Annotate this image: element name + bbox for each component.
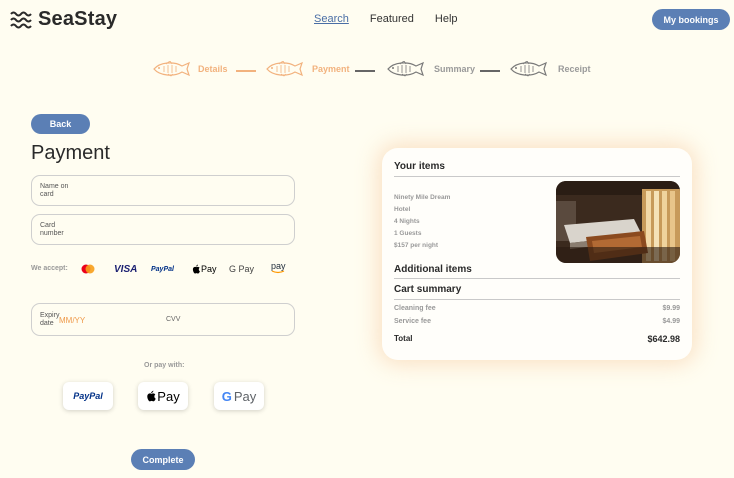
paypal-icon: PayPal — [151, 265, 174, 273]
fish-icon — [152, 61, 192, 77]
hotel-room-image — [556, 181, 680, 263]
apple-icon — [147, 390, 156, 402]
main-nav: Search Featured Help — [314, 13, 458, 25]
amazon-pay-icon: pay — [271, 262, 286, 276]
complete-button[interactable]: Complete — [131, 449, 195, 470]
fish-icon — [509, 61, 549, 77]
divider — [394, 176, 680, 177]
nav-featured-link[interactable]: Featured — [370, 13, 414, 25]
divider — [394, 278, 680, 279]
step-connector — [355, 70, 375, 72]
or-pay-with-label: Or pay with: — [144, 362, 185, 369]
google-pay-button[interactable]: G Pay — [214, 382, 264, 410]
fish-icon — [386, 61, 426, 77]
apple-pay-label: Pay — [201, 264, 217, 274]
google-g-icon: G — [221, 388, 232, 404]
google-pay-label: Pay — [233, 388, 257, 404]
item-type: Hotel — [394, 206, 411, 213]
amazon-pay-label: pay — [271, 261, 286, 271]
step-label: Summary — [434, 64, 476, 74]
nav-search-link[interactable]: Search — [314, 13, 349, 25]
step-receipt: Receipt — [509, 61, 591, 77]
cart-card: Your items Ninety Mile Dream Hotel 4 Nig… — [382, 148, 692, 360]
item-price: $157 per night — [394, 242, 439, 249]
fee-row: Service fee $4.99 — [394, 318, 680, 325]
your-items-heading: Your items — [394, 161, 445, 172]
expiry-cvv-field[interactable]: Expiry date MM/YY CVV — [31, 303, 295, 336]
step-details: Details — [152, 61, 228, 77]
cvv-input[interactable]: CVV — [166, 316, 180, 323]
step-label: Details — [198, 64, 228, 74]
we-accept-label: We accept: — [31, 265, 68, 272]
expiry-input[interactable]: MM/YY — [59, 316, 85, 325]
waves-icon — [10, 11, 32, 28]
fee-amount: $9.99 — [662, 305, 680, 312]
fee-label: Service fee — [394, 318, 431, 325]
paypal-logo: PayPal — [73, 391, 103, 401]
step-connector — [236, 70, 256, 72]
additional-items-heading: Additional items — [394, 264, 472, 275]
back-button[interactable]: Back — [31, 114, 90, 134]
total-row: Total $642.98 — [394, 334, 680, 344]
brand-logo[interactable]: SeaStay — [10, 8, 117, 31]
accepted-methods: We accept: VISA PayPal Pay G Pay pay — [31, 262, 301, 276]
nav-help-link[interactable]: Help — [435, 13, 458, 25]
step-label: Payment — [312, 64, 350, 74]
item-guests: 1 Guests — [394, 230, 422, 237]
mastercard-icon — [81, 262, 95, 276]
google-pay-icon: G Pay — [229, 264, 255, 274]
total-amount: $642.98 — [647, 334, 680, 344]
step-payment: Payment — [265, 61, 350, 77]
page-title: Payment — [31, 142, 110, 164]
card-number-field[interactable]: Card number — [31, 214, 295, 245]
fee-label: Cleaning fee — [394, 305, 436, 312]
total-label: Total — [394, 334, 413, 343]
brand-name: SeaStay — [38, 8, 118, 30]
field-label: Name on card — [40, 183, 69, 198]
visa-icon: VISA — [114, 263, 138, 275]
step-summary: Summary — [386, 61, 475, 77]
item-nights: 4 Nights — [394, 218, 420, 225]
fee-row: Cleaning fee $9.99 — [394, 305, 680, 312]
name-on-card-field[interactable]: Name on card — [31, 175, 295, 206]
apple-pay-button[interactable]: Pay — [138, 382, 188, 410]
paypal-button[interactable]: PayPal — [63, 382, 113, 410]
step-connector — [480, 70, 500, 72]
fee-amount: $4.99 — [662, 318, 680, 325]
divider — [394, 299, 680, 300]
apple-pay-icon: Pay — [192, 262, 217, 276]
apple-pay-label: Pay — [157, 388, 180, 404]
item-name: Ninety Mile Dream — [394, 194, 451, 201]
field-label: Card number — [40, 222, 64, 237]
step-label: Receipt — [558, 64, 591, 74]
fish-icon — [265, 61, 305, 77]
my-bookings-button[interactable]: My bookings — [652, 9, 730, 30]
cart-summary-heading: Cart summary — [394, 284, 462, 295]
